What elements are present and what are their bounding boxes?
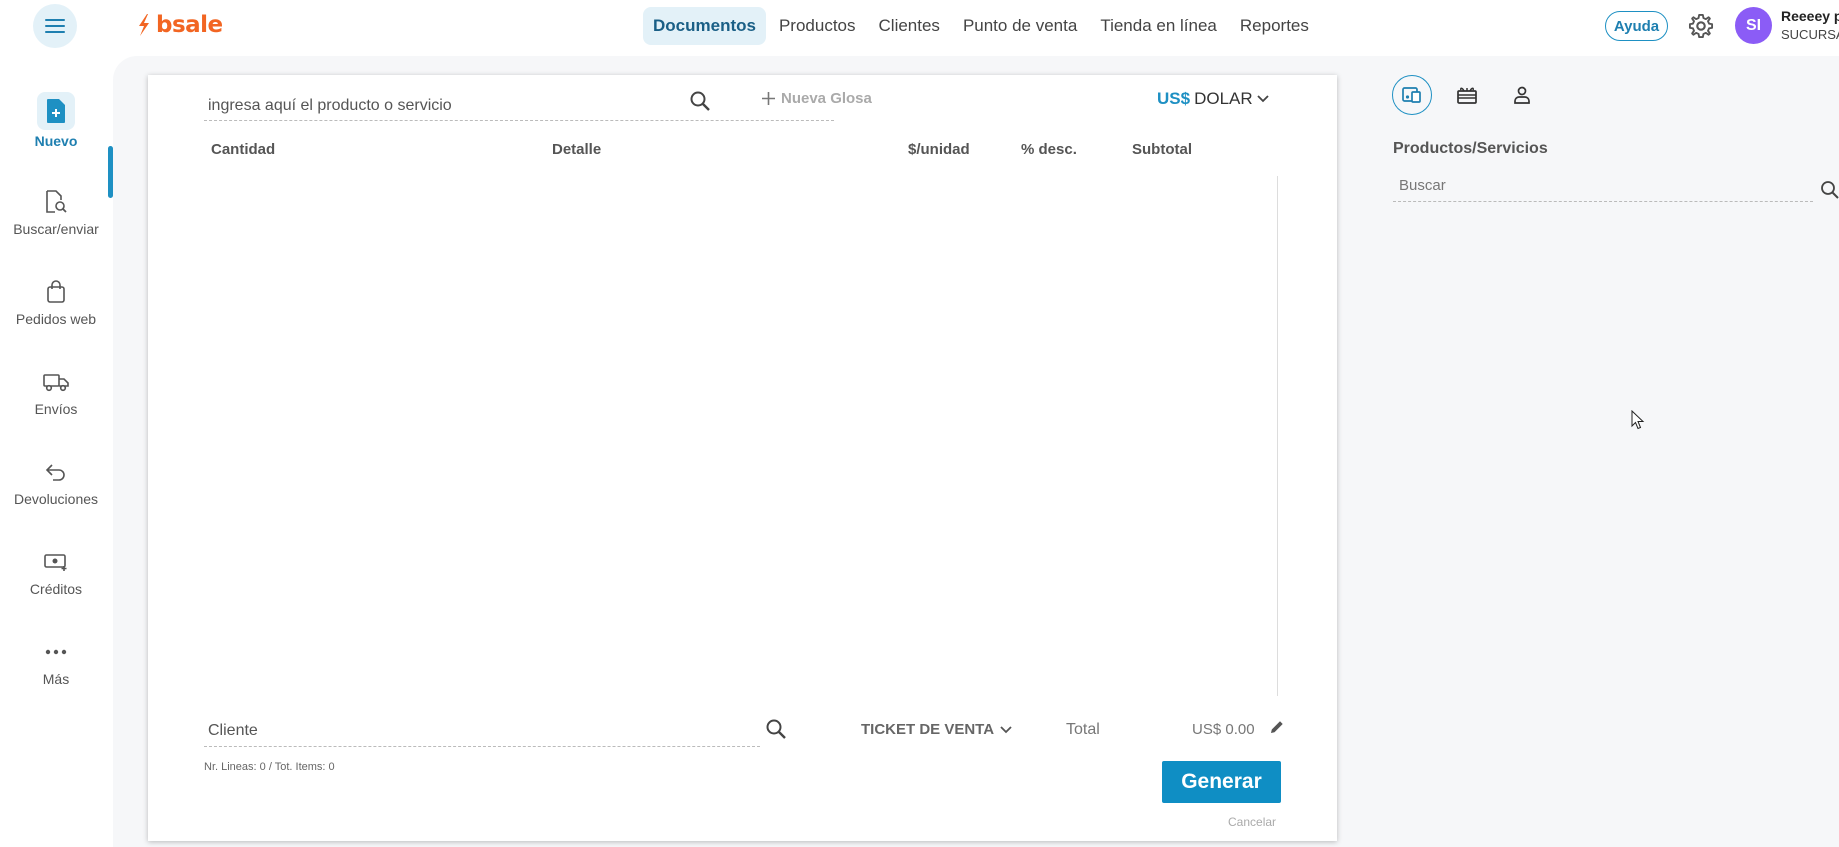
- sidebar-item-label: Más: [42, 671, 70, 687]
- search-icon[interactable]: [688, 89, 712, 113]
- client-placeholder: Cliente: [208, 722, 258, 739]
- nav-productos[interactable]: Productos: [769, 7, 866, 45]
- client-input[interactable]: Cliente: [204, 715, 760, 747]
- top-bar: bsale Documentos Productos Clientes Punt…: [0, 0, 1839, 51]
- chevron-down-icon: [1000, 725, 1012, 733]
- more-dots-icon: [40, 636, 72, 668]
- sidebar-item-label: Créditos: [29, 581, 83, 597]
- user-branch: SUCURSA: [1781, 27, 1839, 42]
- sidebar-item-label: Devoluciones: [13, 491, 99, 507]
- currency-select[interactable]: US$ DOLAR: [1157, 89, 1269, 109]
- truck-icon: [40, 366, 72, 398]
- right-panel-tabs: [1392, 75, 1557, 115]
- sidebar-item-label: Buscar/enviar: [13, 221, 99, 237]
- panel-search-input[interactable]: Buscar: [1393, 177, 1813, 202]
- generate-button[interactable]: Generar: [1162, 761, 1281, 803]
- panel-search-placeholder: Buscar: [1399, 177, 1446, 194]
- bsale-logo-icon: [139, 14, 149, 36]
- shopping-bag-icon: [40, 276, 72, 308]
- document-type-label: TICKET DE VENTA: [861, 721, 995, 738]
- nav-clientes[interactable]: Clientes: [869, 7, 950, 45]
- mouse-cursor-icon: [1631, 410, 1645, 430]
- line-item-counts: Nr. Lineas: 0 / Tot. Items: 0: [204, 761, 335, 773]
- nav-punto-de-venta[interactable]: Punto de venta: [953, 7, 1087, 45]
- column-header-detalle: Detalle: [552, 141, 602, 158]
- document-type-select[interactable]: TICKET DE VENTA: [861, 721, 1012, 738]
- client-search-icon[interactable]: [764, 717, 788, 741]
- client-tab-icon: [1514, 86, 1530, 104]
- document-card: ingresa aquí el producto o servicio Nuev…: [148, 75, 1337, 841]
- products-tab-icon: [1402, 87, 1421, 103]
- product-search-placeholder: ingresa aquí el producto o servicio: [208, 97, 452, 114]
- nav-documentos[interactable]: Documentos: [643, 7, 766, 45]
- chevron-down-icon: [1257, 95, 1269, 103]
- sidebar-item-label: Envíos: [34, 401, 78, 417]
- currency-symbol: US$: [1157, 89, 1191, 108]
- return-arrow-icon: [40, 456, 72, 488]
- sidebar-item-label: Nuevo: [34, 133, 78, 149]
- sidebar-item-creditos[interactable]: Créditos: [0, 546, 112, 597]
- new-glosa-button[interactable]: Nueva Glosa: [762, 90, 872, 107]
- total-label: Total: [1066, 721, 1100, 738]
- sidebar-item-pedidos-web[interactable]: Pedidos web: [0, 276, 112, 327]
- table-divider: [1277, 176, 1278, 696]
- logo-text: bsale: [156, 12, 223, 38]
- hamburger-icon: [45, 19, 65, 33]
- panel-title: Productos/Servicios: [1393, 140, 1548, 157]
- column-header-subtotal: Subtotal: [1132, 141, 1192, 158]
- panel-search-icon[interactable]: [1820, 180, 1839, 200]
- sidebar-item-label: Pedidos web: [15, 311, 97, 327]
- column-header-precio-unidad: $/unidad: [908, 141, 970, 158]
- help-button[interactable]: Ayuda: [1605, 11, 1668, 41]
- tab-client[interactable]: [1502, 75, 1542, 115]
- gift-tab-icon: [1457, 87, 1477, 104]
- column-header-cantidad: Cantidad: [211, 141, 276, 158]
- column-header-descuento: % desc.: [1021, 141, 1077, 158]
- new-glosa-label: Nueva Glosa: [781, 90, 872, 107]
- bsale-logo[interactable]: bsale: [136, 12, 223, 38]
- tab-gift[interactable]: [1447, 75, 1487, 115]
- edit-pencil-icon[interactable]: [1268, 718, 1286, 736]
- sidebar-item-envios[interactable]: Envíos: [0, 366, 112, 417]
- avatar[interactable]: SI: [1735, 7, 1772, 44]
- gear-icon[interactable]: [1687, 12, 1715, 40]
- currency-name: DOLAR: [1194, 89, 1253, 108]
- document-search-icon: [40, 186, 72, 218]
- sidebar-item-nuevo[interactable]: Nuevo: [0, 92, 112, 149]
- money-icon: [40, 546, 72, 578]
- main-nav: Documentos Productos Clientes Punto de v…: [643, 7, 1322, 45]
- tab-products[interactable]: [1392, 75, 1432, 115]
- total-value: US$ 0.00: [1192, 721, 1255, 738]
- nav-tienda-en-linea[interactable]: Tienda en línea: [1090, 7, 1227, 45]
- sidebar-item-devoluciones[interactable]: Devoluciones: [0, 456, 112, 507]
- cancel-link[interactable]: Cancelar: [1228, 815, 1276, 829]
- sidebar: Nuevo Buscar/enviar Pedidos web Envíos D…: [0, 51, 113, 847]
- plus-icon: [762, 92, 775, 105]
- new-document-icon: [37, 92, 75, 130]
- nav-reportes[interactable]: Reportes: [1230, 7, 1319, 45]
- user-name[interactable]: Reeeey p: [1781, 8, 1839, 24]
- sidebar-item-buscar-enviar[interactable]: Buscar/enviar: [0, 186, 112, 237]
- menu-button[interactable]: [33, 4, 77, 48]
- product-search-input[interactable]: ingresa aquí el producto o servicio: [204, 91, 834, 121]
- sidebar-item-mas[interactable]: Más: [0, 636, 112, 687]
